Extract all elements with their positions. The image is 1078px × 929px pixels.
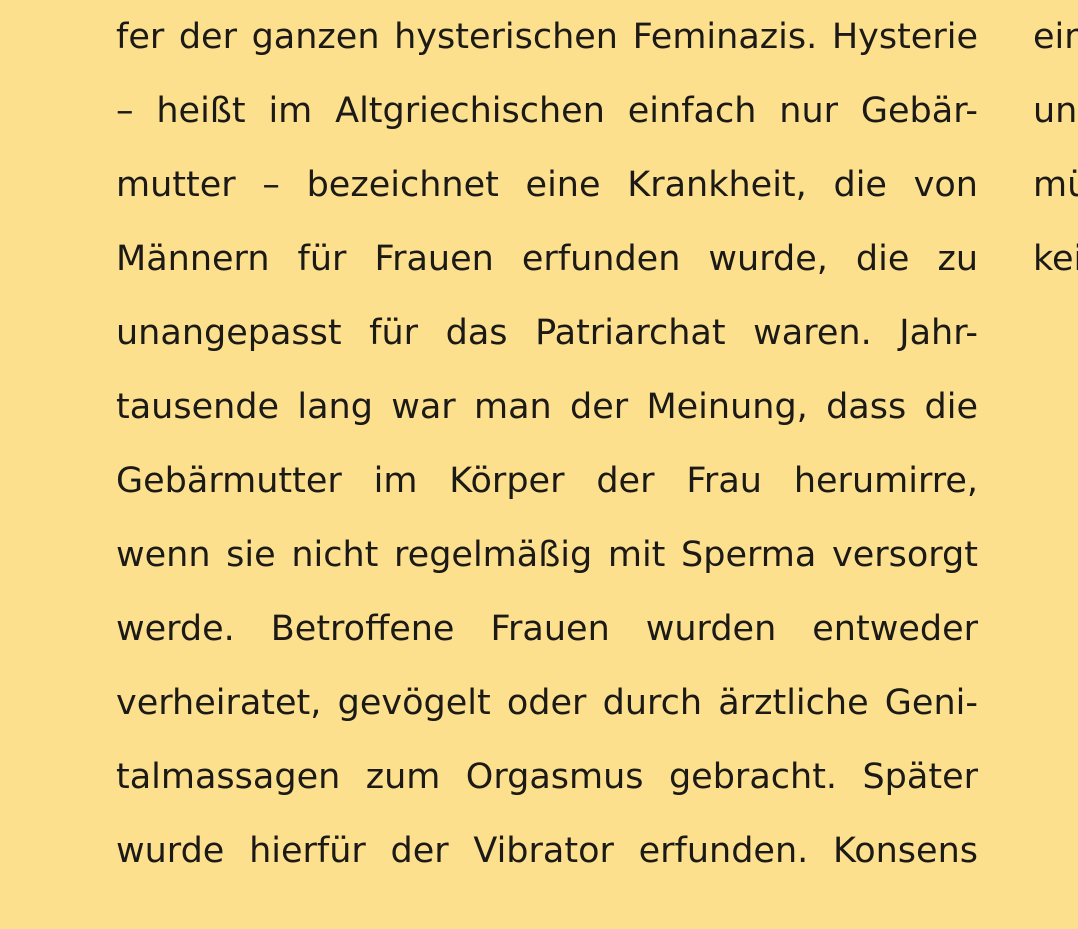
text-line: Gebärmutter im Körper der Frau herumirre… (116, 461, 978, 501)
adjacent-column-clipped: ein un mü kei (1033, 0, 1078, 929)
text-line: fer der ganzen hysterischen Feminazis. H… (116, 17, 978, 57)
text-line: werde. Betroffene Frauen wurden entweder (116, 609, 978, 649)
text-line: talmassagen zum Orgasmus gebracht. Späte… (116, 757, 978, 797)
side-text-fragment: kei (1033, 239, 1078, 279)
document-page: fer der ganzen hysterischen Feminazis. H… (0, 0, 1078, 929)
side-text-fragment: un (1033, 91, 1078, 131)
text-line: Männern für Frauen erfunden wurde, die z… (116, 239, 978, 279)
text-line: wenn sie nicht regelmäßig mit Sperma ver… (116, 535, 978, 575)
text-line: tausende lang war man der Meinung, dass … (116, 387, 978, 427)
text-line: verheiratet, gevögelt oder durch ärztlic… (116, 683, 978, 723)
side-text-fragment: ein (1033, 17, 1078, 57)
text-line: unangepasst für das Patriarchat waren. J… (116, 313, 978, 353)
text-line: – heißt im Altgriechischen einfach nur G… (116, 91, 978, 131)
text-line: mutter – bezeichnet eine Krankheit, die … (116, 165, 978, 205)
side-text-fragment: mü (1033, 165, 1078, 205)
text-line: wurde hierfür der Vibrator erfunden. Kon… (116, 831, 978, 871)
